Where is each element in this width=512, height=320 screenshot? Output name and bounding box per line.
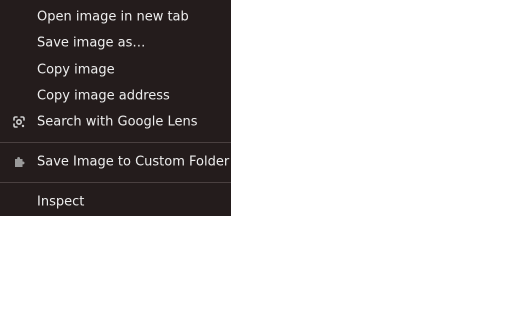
menu-item-save-image-as[interactable]: Save image as… [0, 30, 231, 56]
menu-item-search-with-google-lens[interactable]: Search with Google Lens [0, 109, 231, 135]
google-lens-icon [13, 116, 25, 128]
menu-item-label: Search with Google Lens [37, 114, 198, 130]
menu-item-save-image-to-custom-folder[interactable]: Save Image to Custom Folder [0, 149, 231, 175]
extension-puzzle-icon [15, 157, 25, 167]
menu-item-label: Copy image [37, 62, 115, 78]
menu-item-open-image-in-new-tab[interactable]: Open image in new tab [0, 4, 231, 30]
menu-item-label: Save image as… [37, 35, 146, 51]
menu-item-inspect[interactable]: Inspect [0, 189, 231, 215]
menu-item-label: Copy image address [37, 88, 170, 104]
menu-item-copy-image[interactable]: Copy image [0, 57, 231, 83]
menu-separator [0, 142, 231, 143]
menu-item-label: Open image in new tab [37, 9, 189, 25]
menu-item-copy-image-address[interactable]: Copy image address [0, 83, 231, 109]
menu-separator [0, 182, 231, 183]
context-menu: Open image in new tab Save image as… Cop… [0, 0, 231, 216]
menu-item-label: Save Image to Custom Folder [37, 154, 230, 170]
menu-item-label: Inspect [37, 194, 85, 210]
